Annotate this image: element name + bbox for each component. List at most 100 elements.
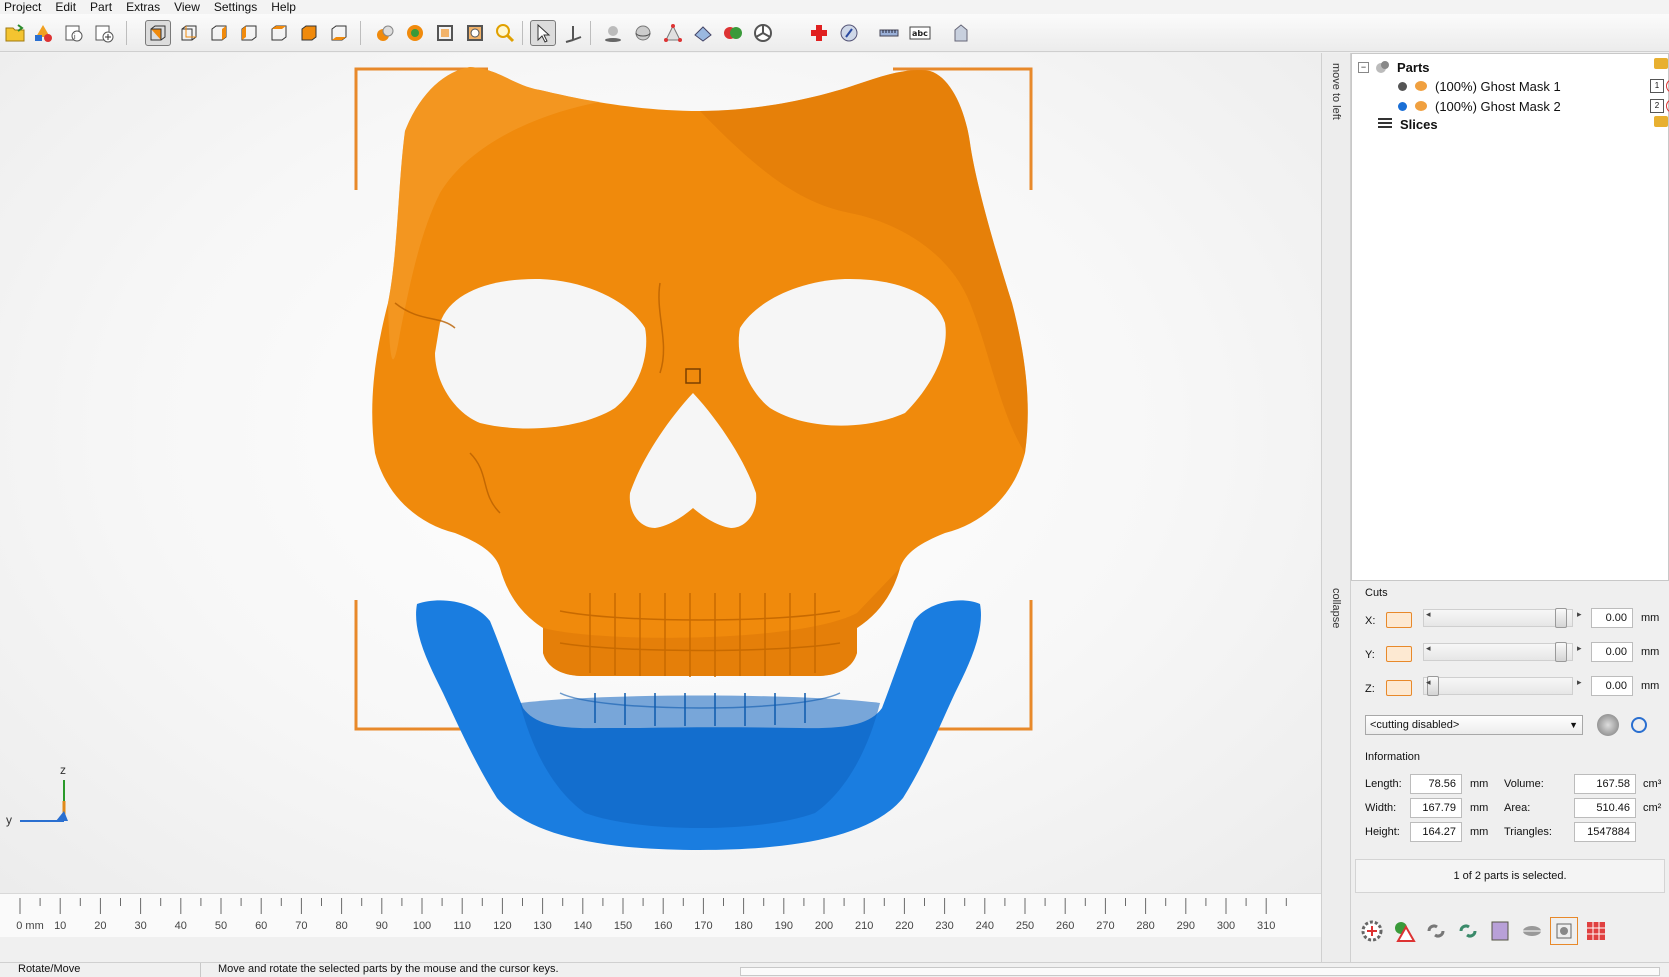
texture-icon[interactable] — [372, 20, 398, 46]
3d-viewport[interactable]: z y — [0, 53, 1321, 893]
triangle-icon[interactable] — [660, 20, 686, 46]
shadow-icon[interactable] — [600, 20, 626, 46]
main-toolbar: i abc — [0, 14, 1669, 52]
ruler-label: 220 — [895, 920, 914, 932]
axis-move-icon[interactable] — [560, 20, 586, 46]
tree-item-ghost-mask-1[interactable]: (100%) Ghost Mask 1 1 × — [1398, 77, 1669, 95]
measure-box-icon[interactable] — [462, 20, 488, 46]
repair-icon[interactable] — [402, 20, 428, 46]
slider-left-arrow-icon[interactable]: ◂ — [1426, 677, 1431, 688]
menu-extras[interactable]: Extras — [126, 0, 160, 14]
cut-y-slider[interactable] — [1423, 642, 1573, 662]
area-unit: cm² — [1643, 802, 1662, 814]
width-value: 167.79 — [1410, 798, 1462, 818]
ruler-label: 60 — [255, 920, 268, 932]
move-to-left-handle[interactable]: move to left — [1330, 63, 1342, 120]
cut-z-color-swatch[interactable] — [1386, 680, 1412, 696]
cut-x-input[interactable]: 0.00 — [1591, 608, 1633, 628]
shell-icon[interactable] — [690, 20, 716, 46]
report-icon[interactable] — [836, 20, 862, 46]
folder-open-icon[interactable] — [1654, 58, 1668, 69]
collapse-handle[interactable]: collapse — [1330, 588, 1342, 628]
view-front-icon[interactable] — [145, 20, 171, 46]
add-part-icon[interactable]: i — [61, 20, 87, 46]
link-icon[interactable] — [1422, 917, 1450, 945]
merge-icon[interactable] — [1454, 917, 1482, 945]
ruler-label: 70 — [295, 920, 308, 932]
warning-icon[interactable] — [1390, 917, 1418, 945]
menu-view[interactable]: View — [174, 0, 200, 14]
view-bottom-icon[interactable] — [326, 20, 352, 46]
tree-node-slices[interactable]: Slices — [1378, 115, 1438, 133]
tree-item-ghost-mask-2[interactable]: (100%) Ghost Mask 2 2 × — [1398, 97, 1669, 115]
ruler-label: 280 — [1136, 920, 1155, 932]
cut-y-color-swatch[interactable] — [1386, 646, 1412, 662]
height-value: 164.27 — [1410, 822, 1462, 842]
label-icon[interactable] — [948, 20, 974, 46]
rotate-sphere-icon[interactable] — [630, 20, 656, 46]
visibility-eye-icon[interactable] — [1415, 101, 1427, 111]
tree-node-parts[interactable]: − Parts — [1358, 58, 1430, 76]
select-arrow-icon[interactable] — [530, 20, 556, 46]
menu-project[interactable]: Project — [4, 0, 41, 14]
folder-open-icon[interactable] — [1654, 116, 1668, 127]
part-number-icon[interactable]: 2 — [1650, 99, 1664, 113]
ruler-label: 140 — [573, 920, 592, 932]
cut-z-input[interactable]: 0.00 — [1591, 676, 1633, 696]
frame-icon[interactable] — [1550, 917, 1578, 945]
zoom-icon[interactable] — [492, 20, 518, 46]
view-back-icon[interactable] — [176, 20, 202, 46]
ruler-label: 170 — [694, 920, 713, 932]
ruler-label: 150 — [613, 920, 633, 932]
add-part-plus-icon[interactable] — [91, 20, 117, 46]
panel-splitter[interactable]: move to left collapse — [1321, 53, 1351, 962]
cut-y-slider-thumb[interactable] — [1555, 642, 1568, 662]
cut-z-slider[interactable] — [1423, 676, 1573, 696]
view-solid-icon[interactable] — [296, 20, 322, 46]
add-red-cross-icon[interactable] — [806, 20, 832, 46]
refresh-icon[interactable] — [1631, 717, 1647, 733]
menu-edit[interactable]: Edit — [55, 0, 76, 14]
settings-gear-icon[interactable] — [1358, 917, 1386, 945]
ruler-icon[interactable] — [876, 20, 902, 46]
grid-red-icon[interactable] — [1582, 917, 1610, 945]
slider-right-arrow-icon[interactable]: ▸ — [1577, 643, 1582, 654]
cuts-section-title: Cuts — [1365, 587, 1388, 599]
menu-settings[interactable]: Settings — [214, 0, 257, 14]
slider-right-arrow-icon[interactable]: ▸ — [1577, 677, 1582, 688]
view-left-icon[interactable] — [206, 20, 232, 46]
area-value: 510.46 — [1574, 798, 1636, 818]
cut-x-color-swatch[interactable] — [1386, 612, 1412, 628]
view-top-icon[interactable] — [266, 20, 292, 46]
slider-left-arrow-icon[interactable]: ◂ — [1426, 643, 1431, 654]
area-label: Area: — [1504, 802, 1531, 814]
ruler-label: 250 — [1015, 920, 1035, 932]
boolean-icon[interactable] — [720, 20, 746, 46]
status-mode: Rotate/Move — [18, 963, 81, 975]
box-icon[interactable] — [1486, 917, 1514, 945]
pie-icon[interactable] — [750, 20, 776, 46]
slider-right-arrow-icon[interactable]: ▸ — [1577, 609, 1582, 620]
menu-part[interactable]: Part — [90, 0, 112, 14]
cut-x-unit: mm — [1641, 612, 1660, 624]
view-right-icon[interactable] — [236, 20, 262, 46]
part-number-icon[interactable]: 1 — [1650, 79, 1664, 93]
layers-icon[interactable] — [1518, 917, 1546, 945]
ruler-label: 110 — [453, 920, 471, 932]
ruler-label: 40 — [174, 920, 187, 932]
menu-help[interactable]: Help — [271, 0, 296, 14]
cut-y-input[interactable]: 0.00 — [1591, 642, 1633, 662]
visibility-eye-icon[interactable] — [1415, 81, 1427, 91]
add-shape-icon[interactable] — [30, 20, 56, 46]
cutting-mode-select[interactable]: <cutting disabled> ▼ — [1365, 715, 1583, 735]
collapse-toggle-icon[interactable]: − — [1358, 61, 1369, 73]
ruler-label: 290 — [1176, 920, 1195, 932]
cut-x-slider[interactable] — [1423, 608, 1573, 628]
cut-x-slider-thumb[interactable] — [1555, 608, 1568, 628]
ruler-label: 130 — [533, 920, 552, 932]
cut-gear-icon[interactable] — [1597, 714, 1619, 736]
open-file-icon[interactable] — [2, 20, 28, 46]
text-abc-icon[interactable]: abc — [907, 20, 933, 46]
slider-left-arrow-icon[interactable]: ◂ — [1426, 609, 1431, 620]
wireframe-icon[interactable] — [432, 20, 458, 46]
